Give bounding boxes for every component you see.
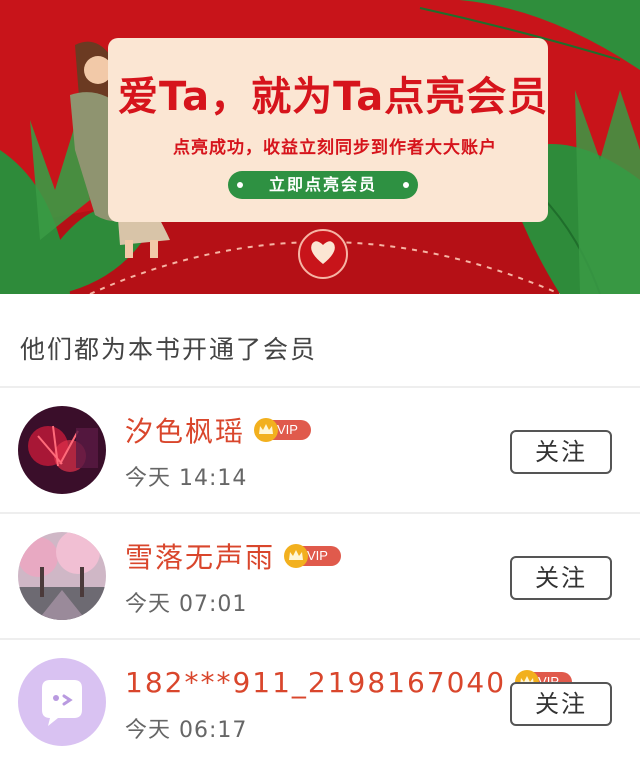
red-spider-lily-icon <box>18 406 106 494</box>
cherry-blossom-icon <box>18 532 106 620</box>
member-promo-banner[interactable]: 爱Ta，就为Ta点亮会员 点亮成功，收益立刻同步到作者大大账户 立即点亮会员 <box>0 0 640 294</box>
member-name[interactable]: 182***911_2198167040 <box>125 666 506 699</box>
member-time: 今天 06:17 <box>125 718 248 743</box>
follow-button[interactable]: 关注 <box>510 430 612 474</box>
light-up-membership-button[interactable]: 立即点亮会员 <box>228 171 418 199</box>
vip-badge: VIP <box>283 543 342 569</box>
member-row: 182***911_2198167040 VIP 今天 06:17 关注 <box>0 640 640 764</box>
follow-button[interactable]: 关注 <box>510 556 612 600</box>
member-row: 汐色枫瑶 VIP 今天 14:14 关注 <box>0 388 640 512</box>
vip-label: VIP <box>307 548 328 563</box>
member-time: 今天 07:01 <box>125 592 248 617</box>
avatar[interactable] <box>18 406 106 494</box>
banner-title: 爱Ta，就为Ta点亮会员 <box>118 74 549 120</box>
member-name[interactable]: 汐色枫瑶 <box>125 410 245 450</box>
name-line: 雪落无声雨 VIP <box>125 536 342 576</box>
member-time: 今天 14:14 <box>125 466 248 491</box>
section-title: 他们都为本书开通了会员 <box>20 335 318 364</box>
name-line: 182***911_2198167040 VIP <box>125 662 573 702</box>
avatar[interactable] <box>18 658 106 746</box>
avatar[interactable] <box>18 532 106 620</box>
name-line: 汐色枫瑶 VIP <box>125 410 312 450</box>
vip-label: VIP <box>277 422 298 437</box>
member-list: 汐色枫瑶 VIP 今天 14:14 关注 雪落无声雨 VIP 今天 07:01 … <box>0 386 640 764</box>
follow-button[interactable]: 关注 <box>510 682 612 726</box>
banner-subtitle: 点亮成功，收益立刻同步到作者大大账户 <box>173 138 497 158</box>
member-name[interactable]: 雪落无声雨 <box>125 536 275 576</box>
vip-badge: VIP <box>253 417 312 443</box>
member-row: 雪落无声雨 VIP 今天 07:01 关注 <box>0 514 640 638</box>
chat-bubble-icon <box>18 658 106 746</box>
